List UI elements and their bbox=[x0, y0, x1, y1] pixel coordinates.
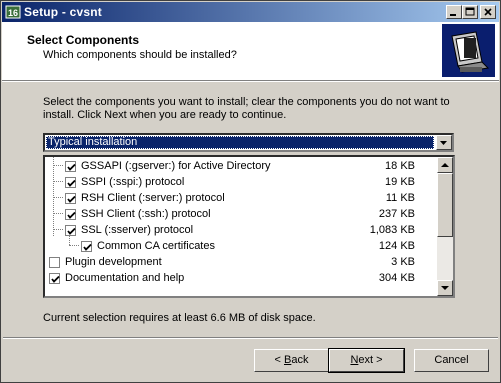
component-label: SSL (:sserver) protocol bbox=[81, 224, 194, 236]
list-item[interactable]: GSSAPI (:gserver:) for Active Directory … bbox=[45, 158, 435, 174]
cancel-button[interactable]: Cancel bbox=[414, 349, 489, 372]
close-icon bbox=[484, 8, 492, 16]
setup-window: 16 Setup - cvsnt Select Components Which… bbox=[0, 0, 501, 383]
list-item[interactable]: Plugin development 3 KB bbox=[45, 254, 435, 270]
header-separator bbox=[2, 81, 499, 82]
list-item[interactable]: Documentation and help 304 KB bbox=[45, 270, 435, 286]
component-size: 237 KB bbox=[378, 208, 415, 220]
arrow-up-icon bbox=[441, 163, 449, 167]
wizard-header: Select Components Which components shoul… bbox=[2, 22, 499, 81]
component-label: Documentation and help bbox=[65, 272, 185, 284]
checkmark-icon bbox=[83, 243, 92, 251]
list-item[interactable]: RSH Client (:server:) protocol 11 KB bbox=[45, 190, 435, 206]
window-title: Setup - cvsnt bbox=[24, 5, 102, 19]
page-subtitle: Which components should be installed? bbox=[43, 49, 237, 61]
component-label: SSH Client (:ssh:) protocol bbox=[81, 208, 211, 220]
component-size: 1,083 KB bbox=[369, 224, 415, 236]
footer-separator-highlight bbox=[3, 338, 498, 339]
svg-text:16: 16 bbox=[8, 8, 18, 18]
instruction-text: Select the components you want to instal… bbox=[43, 96, 450, 121]
checkmark-icon bbox=[67, 211, 76, 219]
component-size: 19 KB bbox=[385, 176, 415, 188]
checkmark-icon bbox=[67, 179, 76, 187]
component-label: Common CA certificates bbox=[97, 240, 215, 252]
close-button[interactable] bbox=[480, 5, 496, 19]
components-list[interactable]: GSSAPI (:gserver:) for Active Directory … bbox=[43, 155, 455, 298]
page-title: Select Components bbox=[27, 33, 140, 47]
checkmark-icon bbox=[67, 195, 76, 203]
maximize-button[interactable] bbox=[462, 5, 478, 19]
component-checkbox[interactable] bbox=[49, 257, 60, 268]
maximize-icon bbox=[465, 7, 475, 16]
component-checkbox[interactable] bbox=[65, 161, 76, 172]
checkmark-icon bbox=[67, 163, 76, 171]
title-bar[interactable]: 16 Setup - cvsnt bbox=[2, 2, 499, 22]
minimize-icon bbox=[450, 14, 456, 16]
back-button-label: ack bbox=[291, 354, 309, 366]
component-label: Plugin development bbox=[65, 256, 162, 268]
chevron-down-icon bbox=[440, 141, 447, 145]
install-type-dropdown[interactable]: Typical installation bbox=[43, 133, 454, 152]
component-checkbox[interactable] bbox=[49, 273, 60, 284]
scroll-up-button[interactable] bbox=[437, 157, 453, 173]
component-label: SSPI (:sspi:) protocol bbox=[81, 176, 185, 188]
arrow-down-icon bbox=[441, 286, 449, 290]
component-label: RSH Client (:server:) protocol bbox=[81, 192, 225, 204]
checkmark-icon bbox=[67, 227, 76, 235]
list-scrollbar[interactable] bbox=[437, 157, 453, 296]
disk-space-status: Current selection requires at least 6.6 … bbox=[43, 312, 316, 324]
list-item[interactable]: SSH Client (:ssh:) protocol 237 KB bbox=[45, 206, 435, 222]
component-size: 3 KB bbox=[391, 256, 415, 268]
back-button-prefix: < bbox=[274, 354, 284, 366]
component-checkbox[interactable] bbox=[65, 225, 76, 236]
back-button[interactable]: < Back bbox=[254, 349, 329, 372]
next-button[interactable]: Next > bbox=[328, 348, 405, 373]
list-item[interactable]: SSPI (:sspi:) protocol 19 KB bbox=[45, 174, 435, 190]
install-type-selected: Typical installation bbox=[46, 136, 434, 149]
minimize-button[interactable] bbox=[446, 5, 462, 19]
component-size: 304 KB bbox=[378, 272, 415, 284]
component-label: GSSAPI (:gserver:) for Active Directory bbox=[81, 160, 271, 172]
component-checkbox[interactable] bbox=[81, 241, 92, 252]
scroll-down-button[interactable] bbox=[437, 280, 453, 296]
component-checkbox[interactable] bbox=[65, 209, 76, 220]
next-button-label: ext > bbox=[358, 354, 383, 366]
checkmark-icon bbox=[51, 275, 60, 283]
list-item[interactable]: SSL (:sserver) protocol 1,083 KB bbox=[45, 222, 435, 238]
component-size: 18 KB bbox=[385, 160, 415, 172]
scroll-thumb[interactable] bbox=[437, 173, 453, 237]
component-checkbox[interactable] bbox=[65, 193, 76, 204]
setup-app-icon: 16 bbox=[5, 4, 21, 20]
dropdown-arrow-button[interactable] bbox=[436, 135, 452, 150]
component-size: 11 KB bbox=[385, 192, 415, 204]
component-checkbox[interactable] bbox=[65, 177, 76, 188]
component-size: 124 KB bbox=[378, 240, 415, 252]
wizard-computer-icon bbox=[442, 24, 495, 77]
list-item[interactable]: Common CA certificates 124 KB bbox=[45, 238, 435, 254]
